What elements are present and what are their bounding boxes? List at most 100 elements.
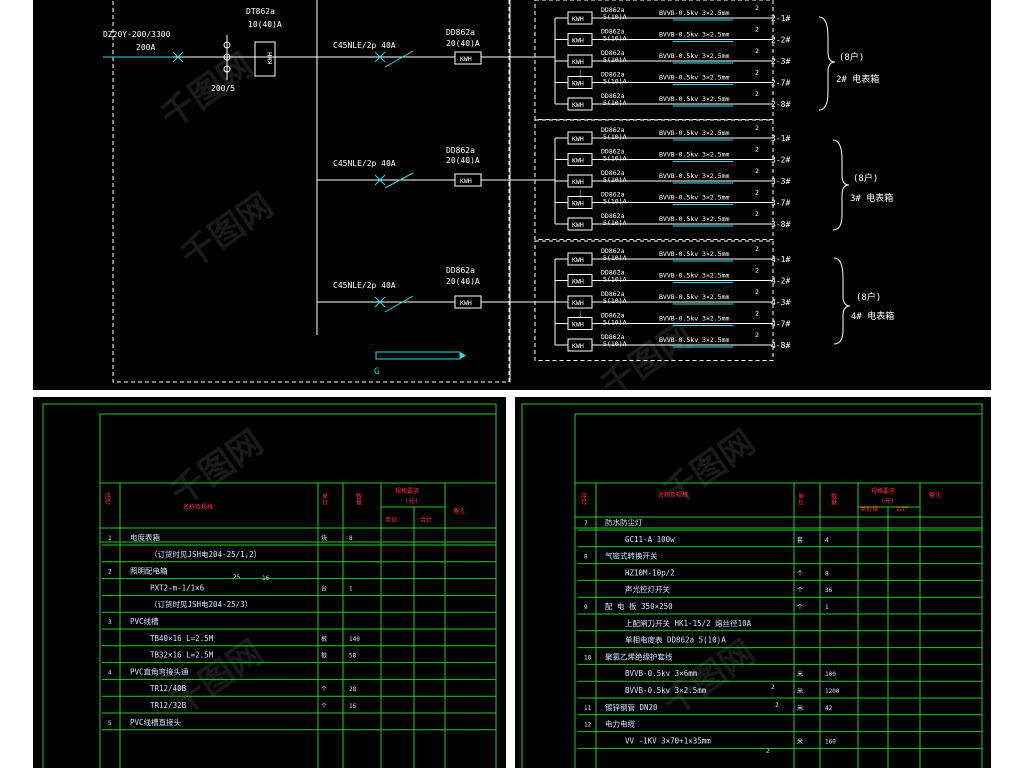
table-row: 上配闸刀开关 HK1-15/2 熔丝径10A (625, 618, 752, 628)
kwh-label: KWH (572, 80, 584, 88)
table-row: 11 镀锌钢管 DN20 米 42 (584, 702, 833, 712)
circuit-mark: 2 (755, 124, 759, 132)
table-row: 7 防水防尘灯 (584, 517, 643, 527)
table-row: 1 电度表箱 块 8 (108, 532, 353, 542)
circuit-mark: 2 (755, 210, 759, 218)
cell-qty: 15 (349, 703, 357, 710)
circuit-id: 3-3# (771, 177, 790, 186)
cell-name: 镀锌钢管 DN20 (605, 702, 658, 712)
svg-text:KWH: KWH (460, 55, 472, 63)
cell-qty: 1 (825, 604, 829, 611)
circuit-meter-rating: 5(10)A (603, 133, 627, 141)
cell-name: BVVB-0.5kv 3×2.5mm (625, 686, 707, 695)
svg-text:KWH: KWH (460, 177, 472, 185)
svg-text:千图网: 千图网 (154, 45, 260, 136)
table-row: GC11-A 100w 套 4 (625, 535, 829, 544)
header-group-sub: (元) (881, 498, 894, 505)
cell-unit: 台 (321, 584, 327, 592)
cell-qty: 58 (349, 653, 357, 660)
cell-no: 10 (584, 654, 592, 661)
cell-qty: 42 (825, 705, 833, 712)
ellipsis-icon: ⋮ (577, 69, 584, 77)
header-price: 单价格 (860, 505, 878, 513)
circuit-id: 2-2# (771, 36, 790, 45)
kwh-label: KWH (572, 321, 584, 329)
cell-qty: 28 (349, 686, 357, 693)
cell-unit: 套 (797, 536, 803, 544)
cell-unit: 根 (321, 652, 327, 660)
header-qty: 数量 (355, 492, 362, 506)
cell-qty: 8 (349, 535, 353, 542)
svg-text:千图网: 千图网 (656, 422, 762, 513)
table-row: VV -1KV 3×70+1×35mm 米 160 (625, 736, 836, 745)
ct-ratio: 200/5 (211, 84, 235, 93)
table-row: 8 气密式转换开关 (584, 551, 658, 561)
circuit-meter-rating: 5(10)A (603, 78, 627, 86)
cell-name: 单相电度表 DD862a 5(10)A (625, 635, 726, 645)
circuit-id: 2-1# (771, 14, 790, 23)
circuit-id: 2-8# (771, 100, 790, 109)
cell-no: 4 (108, 669, 112, 676)
cell-no: 8 (584, 554, 588, 561)
material-table-left: 千图网 千图网 序号 名称及规格 单位 数量 规格要求 (元) 单价 合计 备注… (42, 403, 497, 768)
svg-text:C45NLE/2p 40A: C45NLE/2p 40A (333, 159, 396, 168)
header-group: 规格要求 (395, 487, 419, 495)
svg-text:(8户): (8户) (856, 291, 881, 303)
header-name: 名称及规格 (183, 503, 213, 511)
header-total: 合计 (896, 505, 908, 513)
branch-2: C45NLE/2p 40A DD862a 20(40)A KWH (8户) 2#… (317, 16, 879, 111)
circuit-mark: 2 (755, 331, 759, 339)
cell-name: TR12/32B (150, 701, 187, 710)
circuit-meter-rating: 5(10)A (603, 219, 627, 227)
cell-unit: 块 (321, 534, 327, 542)
circuit-cable: BVVB-0.5kv 3×2.5mm (659, 272, 730, 280)
cell-qty: 36 (825, 587, 833, 594)
header-total: 合计 (420, 516, 432, 524)
cell-qty: 1200 (825, 688, 840, 695)
table-row: 2 照明配电箱 (108, 566, 168, 576)
main-meter-model: DT862a (246, 7, 275, 16)
header-price: 单价 (385, 516, 397, 524)
circuit-meter-rating: 5(10)A (603, 319, 627, 327)
svg-text:DD862a: DD862a (446, 266, 475, 275)
circuit-mark: 2 (755, 4, 759, 12)
circuit-mark: 2 (755, 267, 759, 275)
kwh-label: KWH (572, 178, 584, 186)
table-row: （订货时见JSH电204-25/3） (150, 599, 252, 609)
kwh-label: KWH (572, 135, 584, 143)
ground-label: G (374, 367, 379, 377)
cell-name: TR12/40B (150, 684, 187, 693)
cell-name: 电力电缆 (605, 719, 635, 729)
circuit-meter-rating: 5(10)A (603, 99, 627, 107)
main-breaker-model: DZ20Y-200/3300 (103, 30, 171, 39)
svg-text:3# 电表箱: 3# 电表箱 (850, 192, 893, 204)
kwh-label: KWH (572, 256, 584, 264)
cell-unit: 米 (797, 704, 803, 712)
table-row: 10 聚氯乙烯绝缘护套线 (584, 651, 673, 661)
material-table-right-panel: 千图网 千图网 序号 名称及规格 单位 数量 规格要求 (元) 单价格 合计 备… (515, 397, 991, 768)
cell-no: 5 (108, 720, 112, 727)
header-unit: 单位 (797, 492, 804, 505)
cell-name: 气密式转换开关 (605, 551, 658, 561)
svg-text:20(40)A: 20(40)A (446, 156, 480, 165)
cell-unit: 根 (321, 635, 327, 643)
cell-unit: 个 (321, 703, 327, 710)
table-header: 序号 名称及规格 单位 数量 规格要求 (元) 单价格 合计 备注 (580, 487, 942, 513)
cell-unit: 个 (797, 604, 803, 611)
cell-no: 3 (108, 619, 112, 626)
circuit-id: 3-1# (771, 134, 790, 143)
wiring-diagram-panel: 千图网 千图网 千图网 DZ20Y-200/3300 200A 200/5 DT… (33, 0, 991, 407)
box-label: 2# 电表箱 (836, 73, 879, 85)
kwh-label: KWH (572, 221, 584, 229)
kwh-label: KWH (572, 278, 584, 286)
circuit-mark: 2 (755, 245, 759, 253)
main-meter-label: KWH (266, 52, 274, 64)
cell-name: 上配闸刀开关 HK1-15/2 熔丝径10A (625, 618, 752, 628)
table-header: 序号 名称及规格 单位 数量 规格要求 (元) 单价 合计 备注 (104, 487, 466, 524)
ellipsis-icon: ⋮ (577, 310, 584, 318)
circuit-meter-rating: 5(10)A (603, 340, 627, 348)
ellipsis-icon: ⋮ (577, 189, 584, 197)
svg-text:千图网: 千图网 (174, 185, 280, 276)
header-qty: 数量 (830, 492, 837, 506)
table-rows: 7 防水防尘灯 GC11-A 100w 套 4 8 气密式转换开关 HZ10M-10p/2 个 8… (578, 517, 982, 749)
